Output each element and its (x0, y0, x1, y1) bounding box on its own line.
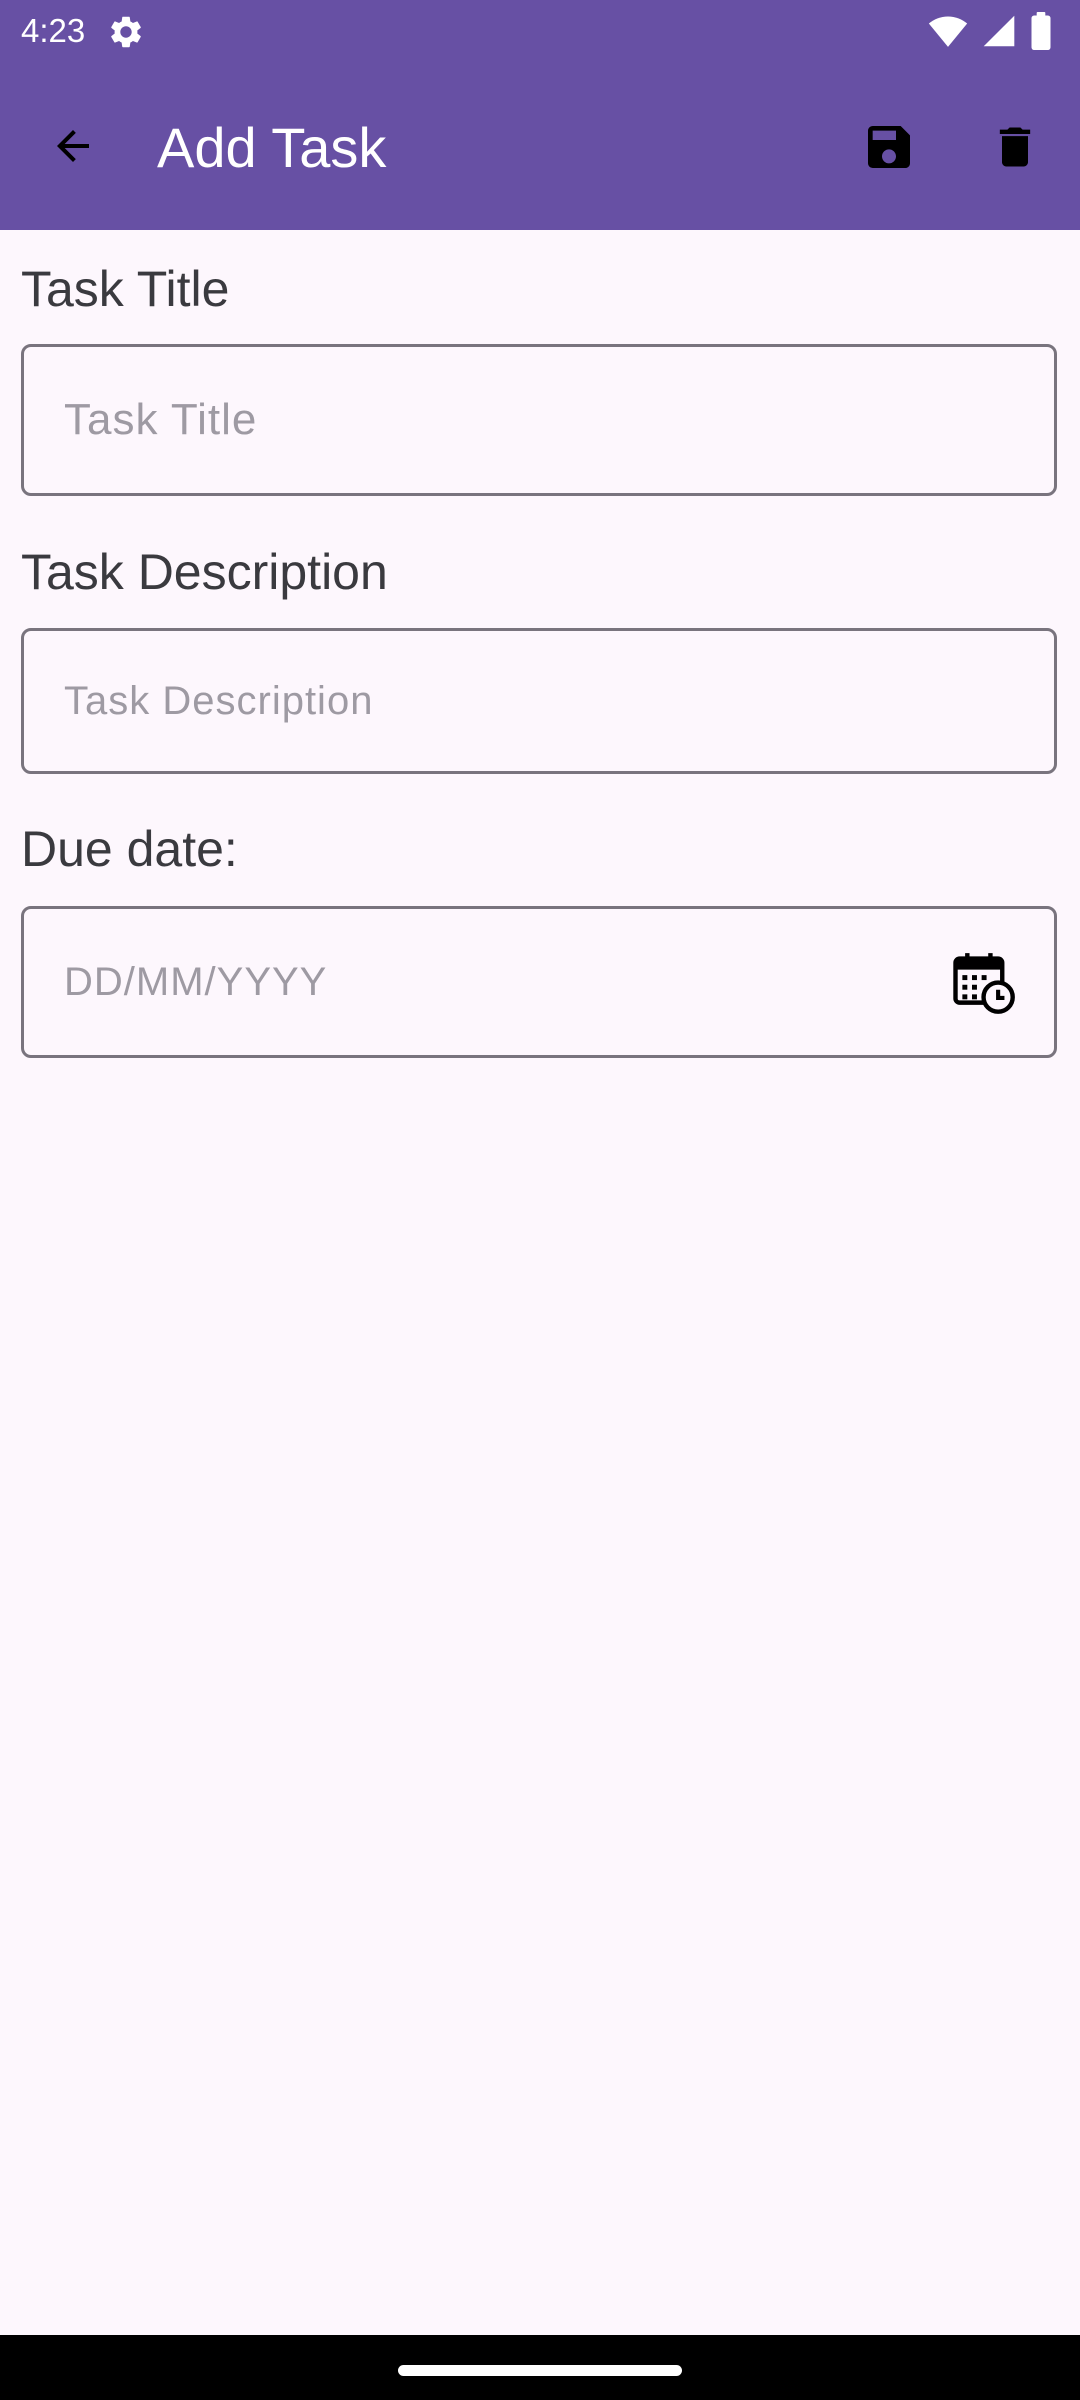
status-bar: 4:23 (0, 0, 1080, 62)
task-title-label: Task Title (21, 261, 230, 317)
save-icon (861, 119, 917, 180)
settings-icon (107, 13, 145, 51)
date-picker-button[interactable] (948, 949, 1018, 1019)
due-date-field (21, 906, 1057, 1058)
page-title: Add Task (157, 116, 387, 179)
battery-icon (1030, 12, 1052, 55)
task-title-input[interactable] (24, 347, 1054, 493)
cellular-signal-icon (982, 13, 1016, 54)
home-gesture-handle[interactable] (398, 2365, 682, 2376)
task-description-field (21, 628, 1057, 774)
arrow-back-icon (49, 122, 97, 175)
status-time: 4:23 (21, 12, 86, 49)
wifi-icon (928, 13, 968, 54)
due-date-input[interactable] (24, 909, 1054, 1055)
due-date-label: Due date: (21, 821, 238, 877)
task-description-input[interactable] (24, 631, 1054, 771)
task-description-label: Task Description (21, 544, 388, 600)
back-button[interactable] (36, 111, 110, 185)
delete-button[interactable] (978, 112, 1052, 186)
calendar-clock-icon (950, 949, 1016, 1020)
task-title-field (21, 344, 1057, 496)
save-button[interactable] (852, 112, 926, 186)
delete-icon (989, 121, 1041, 178)
app-bar: Add Task (0, 62, 1080, 230)
status-icons (928, 12, 1052, 55)
navigation-bar (0, 2335, 1080, 2400)
